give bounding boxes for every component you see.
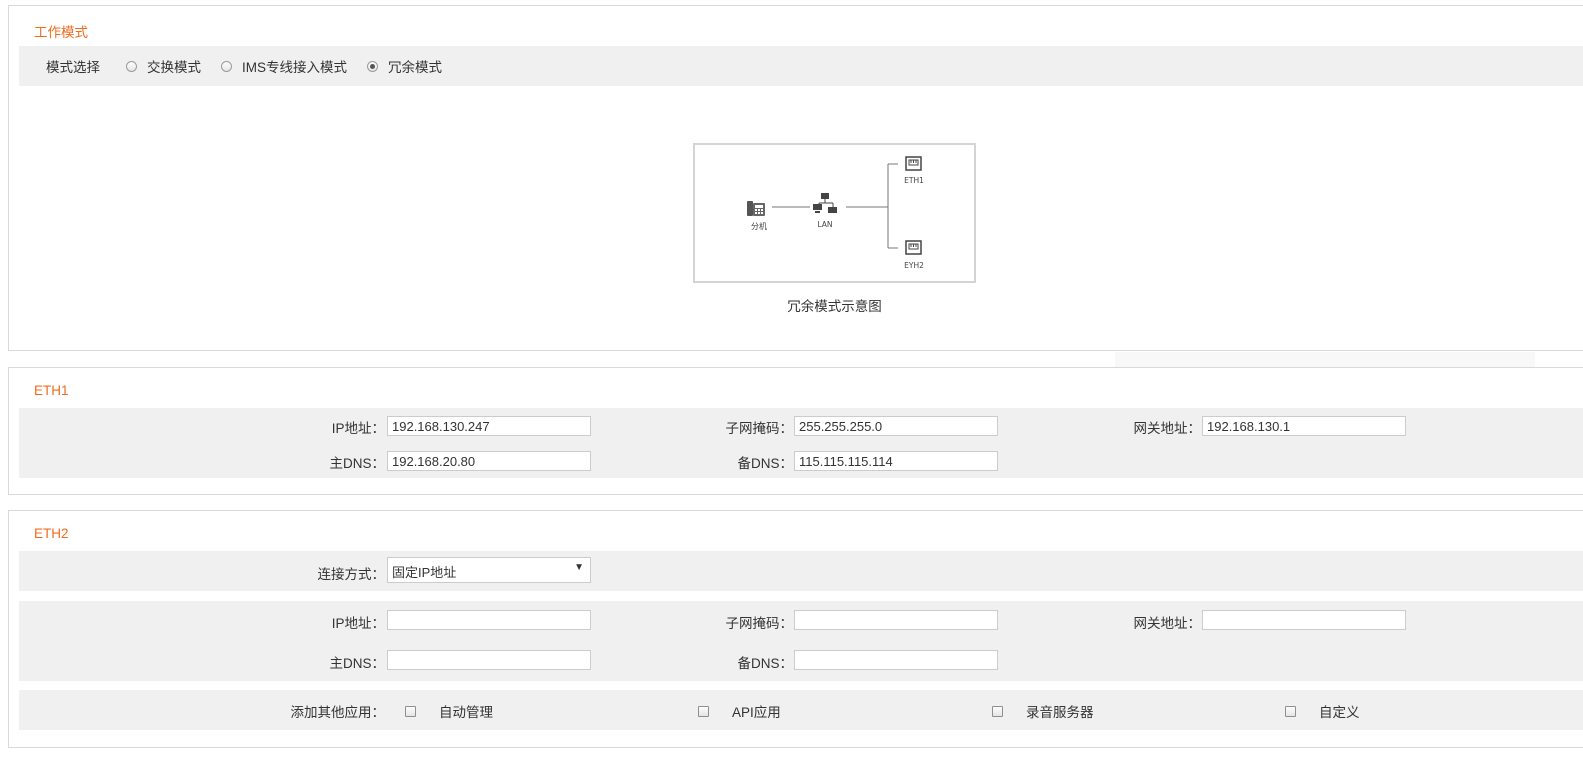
radio-label: 交换模式: [147, 60, 201, 75]
checkbox-auto-manage[interactable]: 自动管理: [405, 701, 493, 721]
redundant-mode-diagram: 分机 LAN ETH1 EYH2: [693, 143, 976, 283]
radio-label: IMS专线接入模式: [242, 60, 348, 75]
radio-button[interactable]: [126, 60, 137, 72]
connect-method-row: [19, 551, 1583, 591]
eth1-secondary-dns-input[interactable]: [794, 451, 998, 471]
gateway-label: 网关地址：: [1133, 616, 1202, 631]
select-value: 固定IP地址: [392, 565, 457, 580]
connect-method-select[interactable]: 固定IP地址 ▼: [387, 557, 591, 583]
eth2-title: ETH2: [34, 526, 69, 541]
ethernet-port-icon: [905, 156, 922, 171]
ip-label: IP地址：: [331, 421, 385, 436]
diagram-caption: 冗余模式示意图: [787, 299, 882, 314]
eth2-primary-dns-input[interactable]: [387, 650, 591, 670]
lan-label: LAN: [817, 220, 832, 229]
checkbox-label: API应用: [732, 705, 781, 720]
eth1-gateway-input[interactable]: [1202, 416, 1406, 436]
lan-icon: [813, 193, 837, 213]
checkbox[interactable]: [698, 705, 709, 717]
radio-button-selected[interactable]: [367, 60, 379, 72]
phone-icon: [747, 201, 765, 216]
ethernet-port-icon: [905, 240, 922, 255]
radio-label: 冗余模式: [388, 60, 443, 75]
eth2-mask-input[interactable]: [794, 610, 998, 630]
checkbox-custom[interactable]: 自定义: [1285, 701, 1360, 721]
eth1-panel: ETH1 IP地址： 子网掩码： 网关地址： 主DNS： 备DNS：: [8, 367, 1583, 495]
primary-dns-label: 主DNS：: [329, 656, 385, 671]
radio-ims-mode[interactable]: IMS专线接入模式: [221, 56, 347, 76]
checkbox-label: 录音服务器: [1026, 705, 1094, 720]
radio-button[interactable]: [221, 60, 232, 72]
mask-label: 子网掩码：: [725, 616, 794, 631]
radio-switch-mode[interactable]: 交换模式: [126, 56, 201, 76]
eth1-mask-input[interactable]: [794, 416, 998, 436]
gateway-label: 网关地址：: [1133, 421, 1202, 436]
mask-label: 子网掩码：: [725, 421, 794, 436]
primary-dns-label: 主DNS：: [329, 456, 385, 471]
work-mode-panel: 工作模式 模式选择 交换模式 IMS专线接入模式 冗余模式 分机 LAN ETH…: [8, 5, 1583, 351]
eth1-primary-dns-input[interactable]: [387, 451, 591, 471]
checkbox-api-app[interactable]: API应用: [698, 701, 781, 721]
eth2-ip-input[interactable]: [387, 610, 591, 630]
checkbox[interactable]: [405, 705, 416, 717]
eth2-port-label: EYH2: [904, 261, 924, 270]
mode-select-label: 模式选择: [46, 60, 100, 75]
eth2-panel: ETH2 连接方式： 固定IP地址 ▼ IP地址： 子网掩码： 网关地址： 主D…: [8, 510, 1583, 748]
eth2-gateway-input[interactable]: [1202, 610, 1406, 630]
work-mode-title: 工作模式: [34, 25, 88, 40]
checkbox-label: 自定义: [1319, 705, 1360, 720]
checkbox[interactable]: [1285, 705, 1296, 717]
eth1-title: ETH1: [34, 383, 69, 398]
eth2-secondary-dns-input[interactable]: [794, 650, 998, 670]
eth1-port-label: ETH1: [904, 176, 924, 185]
checkbox-recording-server[interactable]: 录音服务器: [992, 701, 1094, 721]
secondary-dns-label: 备DNS：: [737, 456, 793, 471]
connect-method-label: 连接方式：: [317, 567, 386, 582]
eth1-ip-input[interactable]: [387, 416, 591, 436]
checkbox[interactable]: [992, 705, 1003, 717]
checkbox-label: 自动管理: [439, 705, 493, 720]
secondary-dns-label: 备DNS：: [737, 656, 793, 671]
radio-redundant-mode[interactable]: 冗余模式: [367, 56, 442, 76]
extension-label: 分机: [751, 221, 767, 231]
ip-label: IP地址：: [331, 616, 385, 631]
dropdown-caret-icon: ▼: [574, 562, 584, 573]
mode-select-row: 模式选择 交换模式 IMS专线接入模式 冗余模式: [19, 46, 1583, 86]
other-apps-label: 添加其他应用：: [290, 705, 386, 720]
